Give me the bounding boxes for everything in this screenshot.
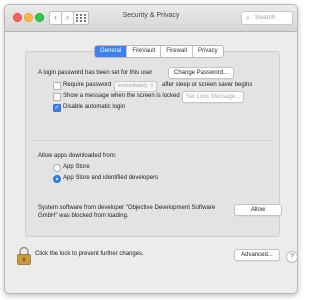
identified-developers-label: App Store and identified developers <box>63 175 159 181</box>
search-field[interactable]: ⌕ Search <box>241 11 293 25</box>
tab-privacy[interactable]: Privacy <box>191 46 223 57</box>
tab-bar: General FileVault Firewall Privacy <box>94 45 224 58</box>
disable-auto-login-label: Disable automatic login <box>63 104 126 110</box>
set-lock-message-button[interactable]: Set Lock Message... <box>182 91 244 103</box>
checkmark-icon: ✓ <box>54 105 60 111</box>
general-panel: A login password has been set for this u… <box>25 51 282 237</box>
show-message-label: Show a message when the screen is locked <box>63 93 180 99</box>
tab-filevault[interactable]: FileVault <box>126 46 160 57</box>
security-privacy-window: ‹ › Security & Privacy ⌕ Search A login … <box>4 4 298 294</box>
require-password-delay-select[interactable]: immediately ⇕ <box>114 81 157 92</box>
blocked-software-message-line2: GmbH" was blocked from loading. <box>38 213 129 219</box>
search-placeholder: Search <box>255 14 276 21</box>
lock-button[interactable] <box>16 246 32 265</box>
title-bar: ‹ › Security & Privacy ⌕ Search <box>5 5 297 32</box>
allow-button[interactable]: Allow <box>234 204 282 216</box>
search-icon: ⌕ <box>246 15 250 22</box>
help-button[interactable]: ? <box>286 251 297 263</box>
allow-apps-label: Allow apps downloaded from: <box>38 153 117 159</box>
require-password-checkbox[interactable] <box>53 82 61 90</box>
require-password-delay-value: immediately <box>118 83 148 89</box>
app-store-label: App Store <box>63 164 90 170</box>
require-password-label: Require password <box>63 82 112 88</box>
select-arrows-icon: ⇕ <box>149 83 154 89</box>
require-password-suffix: after sleep or screen saver begins <box>162 82 253 88</box>
advanced-button[interactable]: Advanced... <box>234 249 280 261</box>
lock-message: Click the lock to prevent further change… <box>35 251 144 257</box>
app-store-radio[interactable] <box>53 164 61 172</box>
show-message-checkbox[interactable] <box>53 93 61 101</box>
blocked-software-message-line1: System software from developer "Objectiv… <box>38 205 216 211</box>
lock-icon <box>17 246 31 265</box>
login-password-text: A login password has been set for this u… <box>38 70 153 76</box>
change-password-button[interactable]: Change Password... <box>168 67 234 79</box>
help-icon: ? <box>290 253 294 260</box>
section-divider <box>34 140 271 141</box>
identified-developers-radio[interactable] <box>53 175 61 183</box>
tab-firewall[interactable]: Firewall <box>160 46 192 57</box>
disable-auto-login-checkbox[interactable]: ✓ <box>53 104 61 112</box>
tab-general[interactable]: General <box>95 46 127 57</box>
